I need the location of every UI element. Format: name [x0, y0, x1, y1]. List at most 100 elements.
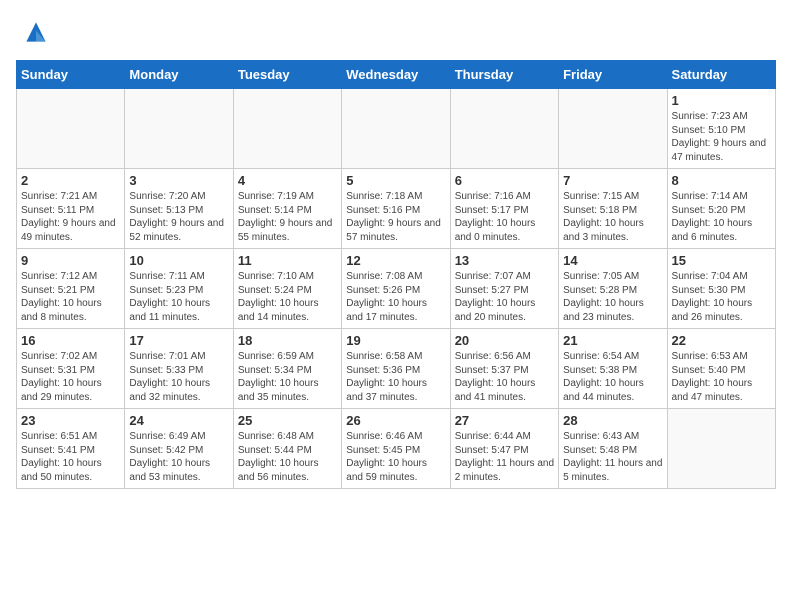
calendar-cell: 7 Sunrise: 7:15 AM Sunset: 5:18 PM Daylig…	[559, 169, 667, 249]
day-info: Sunrise: 7:08 AM Sunset: 5:26 PM Dayligh…	[346, 270, 445, 324]
calendar-cell: 25 Sunrise: 6:48 AM Sunset: 5:44 PM Dayli…	[233, 409, 341, 489]
day-number: 25	[238, 413, 337, 428]
calendar-week-row: 1 Sunrise: 7:23 AM Sunset: 5:10 PM Daylig…	[17, 89, 776, 169]
day-info: Sunrise: 7:20 AM Sunset: 5:13 PM Dayligh…	[129, 190, 228, 244]
weekday-header: Friday	[559, 61, 667, 89]
day-info: Sunrise: 7:19 AM Sunset: 5:14 PM Dayligh…	[238, 190, 337, 244]
day-number: 5	[346, 173, 445, 188]
day-info: Sunrise: 6:59 AM Sunset: 5:34 PM Dayligh…	[238, 350, 337, 404]
day-number: 11	[238, 253, 337, 268]
weekday-header: Monday	[125, 61, 233, 89]
day-number: 21	[563, 333, 662, 348]
logo-icon	[20, 16, 52, 48]
calendar-cell: 10 Sunrise: 7:11 AM Sunset: 5:23 PM Dayli…	[125, 249, 233, 329]
calendar-cell: 17 Sunrise: 7:01 AM Sunset: 5:33 PM Dayli…	[125, 329, 233, 409]
day-number: 26	[346, 413, 445, 428]
day-number: 22	[672, 333, 771, 348]
calendar-cell: 4 Sunrise: 7:19 AM Sunset: 5:14 PM Daylig…	[233, 169, 341, 249]
day-info: Sunrise: 7:16 AM Sunset: 5:17 PM Dayligh…	[455, 190, 554, 244]
day-info: Sunrise: 7:02 AM Sunset: 5:31 PM Dayligh…	[21, 350, 120, 404]
day-number: 13	[455, 253, 554, 268]
calendar-cell	[559, 89, 667, 169]
day-info: Sunrise: 7:23 AM Sunset: 5:10 PM Dayligh…	[672, 110, 771, 164]
day-info: Sunrise: 6:58 AM Sunset: 5:36 PM Dayligh…	[346, 350, 445, 404]
calendar-cell: 20 Sunrise: 6:56 AM Sunset: 5:37 PM Dayli…	[450, 329, 558, 409]
day-info: Sunrise: 7:10 AM Sunset: 5:24 PM Dayligh…	[238, 270, 337, 324]
calendar-cell	[233, 89, 341, 169]
calendar-cell: 9 Sunrise: 7:12 AM Sunset: 5:21 PM Daylig…	[17, 249, 125, 329]
calendar-cell: 8 Sunrise: 7:14 AM Sunset: 5:20 PM Daylig…	[667, 169, 775, 249]
weekday-header: Thursday	[450, 61, 558, 89]
day-info: Sunrise: 7:01 AM Sunset: 5:33 PM Dayligh…	[129, 350, 228, 404]
page-container: SundayMondayTuesdayWednesdayThursdayFrid…	[0, 0, 792, 497]
calendar-cell: 1 Sunrise: 7:23 AM Sunset: 5:10 PM Daylig…	[667, 89, 775, 169]
day-info: Sunrise: 6:56 AM Sunset: 5:37 PM Dayligh…	[455, 350, 554, 404]
calendar-cell	[450, 89, 558, 169]
calendar-cell: 21 Sunrise: 6:54 AM Sunset: 5:38 PM Dayli…	[559, 329, 667, 409]
day-info: Sunrise: 7:11 AM Sunset: 5:23 PM Dayligh…	[129, 270, 228, 324]
day-number: 2	[21, 173, 120, 188]
day-info: Sunrise: 6:53 AM Sunset: 5:40 PM Dayligh…	[672, 350, 771, 404]
calendar-cell: 6 Sunrise: 7:16 AM Sunset: 5:17 PM Daylig…	[450, 169, 558, 249]
weekday-header: Saturday	[667, 61, 775, 89]
calendar-cell	[342, 89, 450, 169]
calendar-table: SundayMondayTuesdayWednesdayThursdayFrid…	[16, 60, 776, 489]
calendar-cell: 15 Sunrise: 7:04 AM Sunset: 5:30 PM Dayli…	[667, 249, 775, 329]
weekday-header: Wednesday	[342, 61, 450, 89]
weekday-header-row: SundayMondayTuesdayWednesdayThursdayFrid…	[17, 61, 776, 89]
calendar-cell: 2 Sunrise: 7:21 AM Sunset: 5:11 PM Daylig…	[17, 169, 125, 249]
calendar-cell: 5 Sunrise: 7:18 AM Sunset: 5:16 PM Daylig…	[342, 169, 450, 249]
calendar-cell: 23 Sunrise: 6:51 AM Sunset: 5:41 PM Dayli…	[17, 409, 125, 489]
day-info: Sunrise: 6:48 AM Sunset: 5:44 PM Dayligh…	[238, 430, 337, 484]
day-number: 10	[129, 253, 228, 268]
calendar-cell	[667, 409, 775, 489]
day-info: Sunrise: 7:14 AM Sunset: 5:20 PM Dayligh…	[672, 190, 771, 244]
weekday-header: Sunday	[17, 61, 125, 89]
day-number: 9	[21, 253, 120, 268]
page-header	[16, 16, 776, 48]
day-info: Sunrise: 7:12 AM Sunset: 5:21 PM Dayligh…	[21, 270, 120, 324]
day-info: Sunrise: 7:21 AM Sunset: 5:11 PM Dayligh…	[21, 190, 120, 244]
day-number: 20	[455, 333, 554, 348]
calendar-cell: 26 Sunrise: 6:46 AM Sunset: 5:45 PM Dayli…	[342, 409, 450, 489]
day-info: Sunrise: 6:43 AM Sunset: 5:48 PM Dayligh…	[563, 430, 662, 484]
logo	[16, 16, 52, 48]
day-info: Sunrise: 6:49 AM Sunset: 5:42 PM Dayligh…	[129, 430, 228, 484]
calendar-cell: 3Sunrise: 7:20 AM Sunset: 5:13 PM Daylig…	[125, 169, 233, 249]
day-number: 6	[455, 173, 554, 188]
day-info: Sunrise: 7:07 AM Sunset: 5:27 PM Dayligh…	[455, 270, 554, 324]
calendar-cell: 18 Sunrise: 6:59 AM Sunset: 5:34 PM Dayli…	[233, 329, 341, 409]
day-number: 27	[455, 413, 554, 428]
day-number: 8	[672, 173, 771, 188]
day-number: 12	[346, 253, 445, 268]
day-number: 24	[129, 413, 228, 428]
day-info: Sunrise: 7:04 AM Sunset: 5:30 PM Dayligh…	[672, 270, 771, 324]
day-info: Sunrise: 7:05 AM Sunset: 5:28 PM Dayligh…	[563, 270, 662, 324]
day-number: 17	[129, 333, 228, 348]
day-info: Sunrise: 6:44 AM Sunset: 5:47 PM Dayligh…	[455, 430, 554, 484]
day-number: 15	[672, 253, 771, 268]
day-info: Sunrise: 6:46 AM Sunset: 5:45 PM Dayligh…	[346, 430, 445, 484]
day-number: 19	[346, 333, 445, 348]
day-number: 28	[563, 413, 662, 428]
calendar-week-row: 9 Sunrise: 7:12 AM Sunset: 5:21 PM Daylig…	[17, 249, 776, 329]
day-info: Sunrise: 7:18 AM Sunset: 5:16 PM Dayligh…	[346, 190, 445, 244]
day-info: Sunrise: 6:54 AM Sunset: 5:38 PM Dayligh…	[563, 350, 662, 404]
calendar-cell: 24 Sunrise: 6:49 AM Sunset: 5:42 PM Dayli…	[125, 409, 233, 489]
calendar-week-row: 2 Sunrise: 7:21 AM Sunset: 5:11 PM Daylig…	[17, 169, 776, 249]
weekday-header: Tuesday	[233, 61, 341, 89]
calendar-cell: 19 Sunrise: 6:58 AM Sunset: 5:36 PM Dayli…	[342, 329, 450, 409]
day-number: 23	[21, 413, 120, 428]
calendar-cell	[17, 89, 125, 169]
day-number: 1	[672, 93, 771, 108]
calendar-cell: 13 Sunrise: 7:07 AM Sunset: 5:27 PM Dayli…	[450, 249, 558, 329]
day-info: Sunrise: 6:51 AM Sunset: 5:41 PM Dayligh…	[21, 430, 120, 484]
day-info: Sunrise: 7:15 AM Sunset: 5:18 PM Dayligh…	[563, 190, 662, 244]
day-number: 4	[238, 173, 337, 188]
day-number: 16	[21, 333, 120, 348]
calendar-cell: 16 Sunrise: 7:02 AM Sunset: 5:31 PM Dayli…	[17, 329, 125, 409]
calendar-cell: 22 Sunrise: 6:53 AM Sunset: 5:40 PM Dayli…	[667, 329, 775, 409]
calendar-cell: 14Sunrise: 7:05 AM Sunset: 5:28 PM Dayli…	[559, 249, 667, 329]
day-number: 7	[563, 173, 662, 188]
day-number: 18	[238, 333, 337, 348]
